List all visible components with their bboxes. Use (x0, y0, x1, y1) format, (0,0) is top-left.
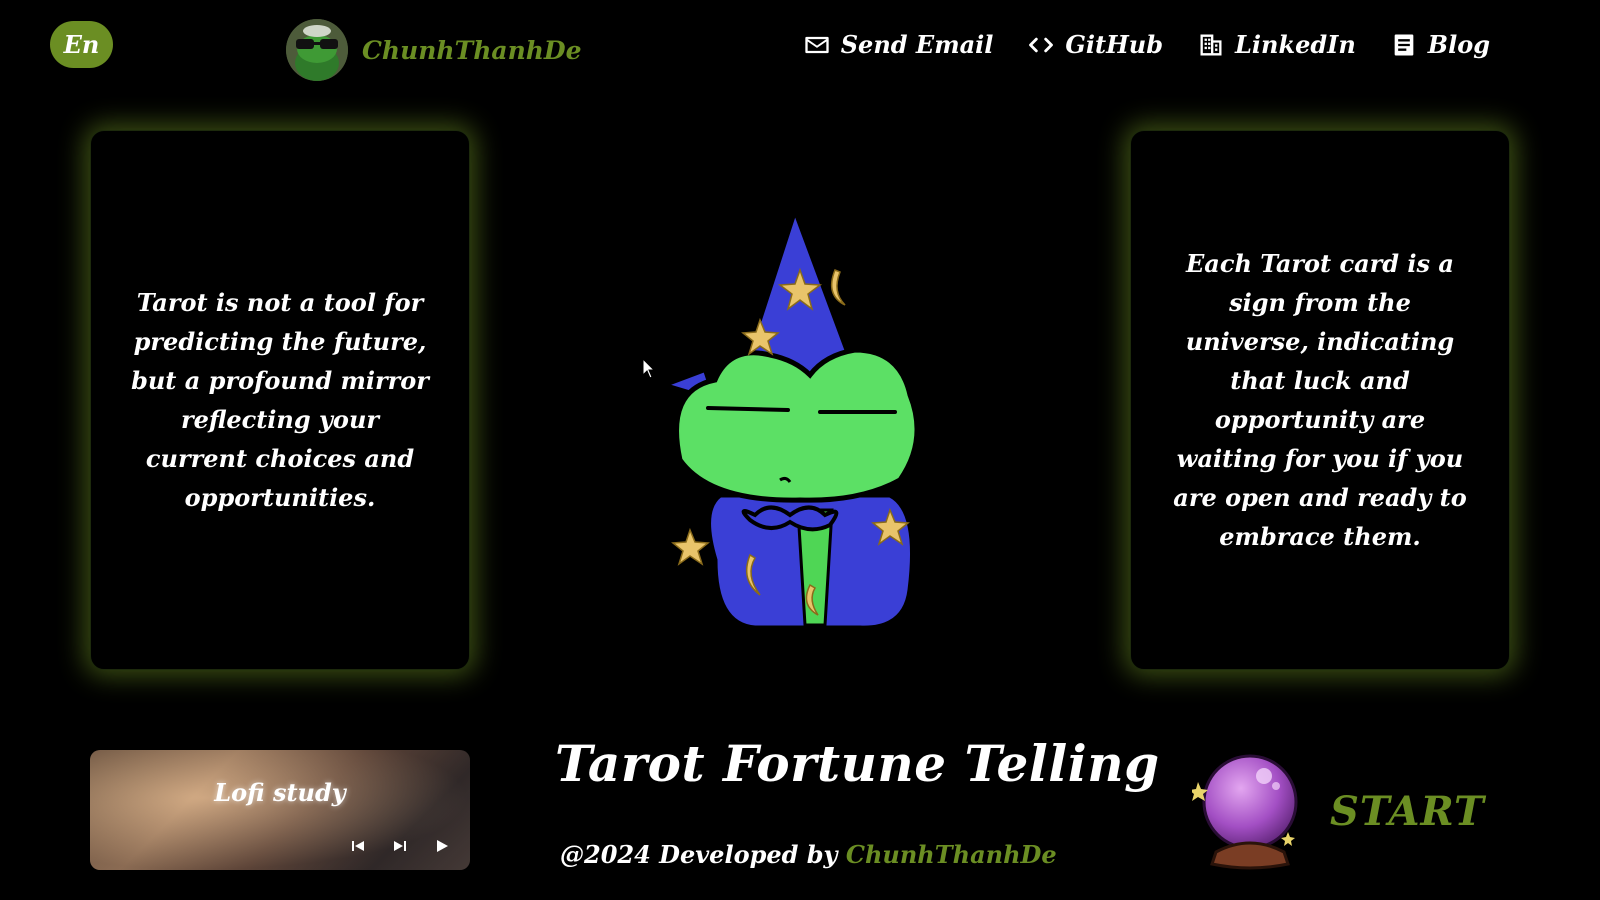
footer-credit: @2024 Developed by ChunhThanhDe (560, 840, 1057, 869)
quote-card-right[interactable]: Each Tarot card is a sign from the unive… (1130, 130, 1510, 670)
skip-next-icon (394, 841, 406, 851)
mail-icon (805, 36, 829, 53)
building-icon (1200, 34, 1222, 55)
nav-blog[interactable]: Blog (1390, 30, 1490, 59)
nav-label: Send Email (840, 30, 994, 59)
document-icon (1394, 34, 1414, 55)
nav-label: Blog (1427, 30, 1490, 59)
avatar (286, 19, 348, 81)
play-icon (437, 840, 448, 852)
nav-label: GitHub (1065, 30, 1163, 59)
code-icon (1029, 37, 1054, 52)
footer-developer-link[interactable]: ChunhThanhDe (846, 840, 1057, 869)
top-nav: Send Email GitHub LinkedIn Blog (803, 30, 1490, 59)
language-toggle-button[interactable]: En (50, 21, 113, 68)
player-controls (348, 836, 452, 856)
next-track-button[interactable] (390, 836, 410, 856)
nav-linkedin[interactable]: LinkedIn (1197, 30, 1356, 59)
wizard-frog-illustration (660, 210, 921, 631)
quote-card-left[interactable]: Tarot is not a tool for predicting the f… (90, 130, 470, 670)
nav-send-email[interactable]: Send Email (803, 30, 994, 59)
previous-track-button[interactable] (348, 836, 368, 856)
footer-prefix: @2024 Developed by (560, 840, 838, 869)
start-button[interactable]: START (1192, 752, 1485, 870)
crystal-ball-icon (1192, 754, 1298, 870)
page-title: Tarot Fortune Telling (555, 734, 1160, 793)
skip-previous-icon (352, 841, 364, 851)
mouse-cursor-icon (642, 358, 656, 379)
start-label: START (1330, 787, 1485, 835)
player-track-title: Lofi study (214, 778, 346, 807)
brand-name[interactable]: ChunhThanhDe (362, 36, 582, 65)
quote-text-left: Tarot is not a tool for predicting the f… (131, 288, 429, 512)
brand[interactable]: ChunhThanhDe (286, 19, 582, 81)
nav-label: LinkedIn (1235, 30, 1356, 59)
quote-text-right: Each Tarot card is a sign from the unive… (1173, 249, 1467, 551)
music-player[interactable]: Lofi study (90, 750, 470, 870)
play-button[interactable] (432, 836, 452, 856)
nav-github[interactable]: GitHub (1027, 30, 1163, 59)
